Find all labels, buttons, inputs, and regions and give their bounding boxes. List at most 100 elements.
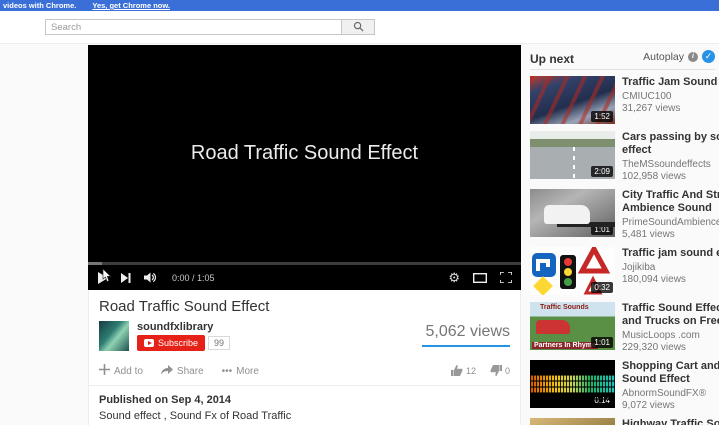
thumbnail-caption-bottom: Partners In Rhyme <box>532 342 598 349</box>
player-controls: 0:00 / 1:05 ⚙ <box>88 265 521 290</box>
related-video-item[interactable]: 1:52 Traffic Jam Sound Effect CMIUC100 3… <box>530 76 719 124</box>
related-channel: PrimeSoundAmbience <box>622 217 719 228</box>
settings-gear-icon: ⚙ <box>448 271 460 284</box>
video-thumbnail[interactable]: 0:14 <box>530 360 615 408</box>
channel-row: soundfxlibrary Subscribe 99 5,062 views <box>99 320 510 358</box>
search-button[interactable] <box>341 19 375 35</box>
plus-icon <box>99 364 110 378</box>
related-title[interactable]: Traffic Jam Sound Effect <box>622 76 719 89</box>
get-chrome-link[interactable]: Yes, get Chrome now. <box>92 1 170 10</box>
next-icon <box>121 273 131 283</box>
video-meta: Traffic Jam Sound Effect CMIUC100 31,267… <box>622 76 719 124</box>
related-channel: TheMSsoundeffects <box>622 159 719 170</box>
related-title[interactable]: Traffic jam sound effect <box>622 247 719 260</box>
channel-avatar[interactable] <box>99 321 129 351</box>
related-title[interactable]: City Traffic And Street Ambience Sound R… <box>622 189 719 215</box>
view-count: 5,062 views <box>422 323 510 341</box>
duration-badge: 1:52 <box>591 111 613 122</box>
search-input[interactable] <box>45 19 342 35</box>
subscribe-play-icon <box>144 339 154 347</box>
time-display: 0:00 / 1:05 <box>172 273 215 283</box>
action-row: Add to Share ••• More 12 <box>89 358 520 385</box>
video-thumbnail[interactable]: 2:09 <box>530 131 615 179</box>
subscribe-label: Subscribe <box>158 338 198 348</box>
info-icon[interactable]: i <box>688 52 698 62</box>
top-header <box>0 11 719 44</box>
video-thumbnail[interactable] <box>530 418 615 425</box>
dislike-button[interactable]: 0 <box>490 365 510 378</box>
settings-button[interactable]: ⚙ <box>448 271 460 284</box>
share-button[interactable]: Share <box>161 365 204 378</box>
video-thumbnail[interactable]: 1:01 <box>530 189 615 237</box>
related-video-item[interactable]: 0:32 Traffic jam sound effect Jojikiba 1… <box>530 247 719 295</box>
fullscreen-button[interactable] <box>500 272 512 283</box>
youtube-watch-page: videos with Chrome.Yes, get Chrome now. … <box>0 0 719 425</box>
related-channel: AbnormSoundFX® <box>622 388 719 399</box>
related-title[interactable]: Highway Traffic Sound Effect. <box>622 418 719 425</box>
related-video-item[interactable]: Highway Traffic Sound Effect. SOUND FX <box>530 418 719 425</box>
chrome-promo-banner: videos with Chrome.Yes, get Chrome now. <box>0 0 719 11</box>
video-description: Sound effect , Sound Fx of Road Traffic <box>99 410 510 422</box>
more-label: More <box>236 366 259 377</box>
related-title[interactable]: Shopping Cart and Traffic | Sound Effect <box>622 360 719 386</box>
video-player[interactable]: Road Traffic Sound Effect 0:00 / <box>88 45 521 290</box>
like-button[interactable]: 12 <box>451 365 476 378</box>
dislike-count: 0 <box>505 366 510 376</box>
related-views: 102,958 views <box>622 171 719 182</box>
autoplay-cluster: Autoplay i ✓ <box>643 50 715 63</box>
video-meta: Cars passing by sound effect TheMSsounde… <box>622 131 719 182</box>
subscribe-button[interactable]: Subscribe <box>137 335 205 351</box>
duration-badge: 0:14 <box>591 395 613 406</box>
video-meta: Traffic Sound Effects, Cars and Trucks o… <box>622 302 719 353</box>
more-dots-icon: ••• <box>222 366 233 377</box>
volume-button[interactable] <box>144 272 157 283</box>
related-views: 5,481 views <box>622 229 719 240</box>
related-views: 180,094 views <box>622 274 719 285</box>
like-count: 12 <box>466 366 476 376</box>
related-channel: Jojikiba <box>622 262 719 273</box>
related-channel: MusicLoops .com <box>622 330 719 341</box>
rating-block: 12 0 <box>441 365 510 378</box>
related-views: 229,320 views <box>622 342 719 353</box>
video-meta: City Traffic And Street Ambience Sound R… <box>622 189 719 240</box>
theater-mode-button[interactable] <box>473 273 487 283</box>
video-meta: Highway Traffic Sound Effect. SOUND FX <box>622 418 719 425</box>
search-icon <box>353 20 364 35</box>
related-video-item[interactable]: 0:14 Shopping Cart and Traffic | Sound E… <box>530 360 719 411</box>
related-title[interactable]: Traffic Sound Effects, Cars and Trucks o… <box>622 302 719 328</box>
related-views: 9,072 views <box>622 400 719 411</box>
description-section: Published on Sep 4, 2014 Sound effect , … <box>89 385 520 425</box>
sidebar-header: Up next Autoplay i ✓ <box>530 50 715 65</box>
related-video-item[interactable]: 2:09 Cars passing by sound effect TheMSs… <box>530 131 719 182</box>
related-video-item[interactable]: Traffic Sounds Partners In Rhyme 1:01 Tr… <box>530 302 719 353</box>
fullscreen-icon <box>500 272 512 283</box>
video-thumbnail[interactable]: Traffic Sounds Partners In Rhyme 1:01 <box>530 302 615 350</box>
duration-badge: 1:01 <box>591 337 613 348</box>
video-title: Road Traffic Sound Effect <box>89 290 520 318</box>
player-overlay-title: Road Traffic Sound Effect <box>88 142 521 165</box>
next-button[interactable] <box>121 273 131 283</box>
duration-badge: 2:09 <box>591 166 613 177</box>
related-video-item[interactable]: 1:01 City Traffic And Street Ambience So… <box>530 189 719 240</box>
duration-badge: 1:01 <box>591 224 613 235</box>
autoplay-label: Autoplay <box>643 51 684 63</box>
video-meta: Shopping Cart and Traffic | Sound Effect… <box>622 360 719 411</box>
add-to-label: Add to <box>114 366 143 377</box>
autoplay-toggle[interactable]: ✓ <box>702 50 715 63</box>
views-block: 5,062 views <box>422 323 510 347</box>
thumb-down-icon <box>490 365 502 378</box>
channel-name[interactable]: soundfxlibrary <box>137 321 213 333</box>
share-label: Share <box>177 366 204 377</box>
thumbnail-caption-top: Traffic Sounds <box>540 304 589 311</box>
publish-date: Published on Sep 4, 2014 <box>99 394 510 406</box>
up-next-heading: Up next <box>530 52 574 66</box>
video-thumbnail[interactable]: 1:52 <box>530 76 615 124</box>
mouse-cursor-icon <box>102 269 112 287</box>
subscribe-row: Subscribe 99 <box>137 335 230 351</box>
related-title[interactable]: Cars passing by sound effect <box>622 131 719 157</box>
add-to-button[interactable]: Add to <box>99 364 143 378</box>
video-meta: Traffic jam sound effect Jojikiba 180,09… <box>622 247 719 295</box>
more-button[interactable]: ••• More <box>222 366 259 377</box>
video-thumbnail[interactable]: 0:32 <box>530 247 615 295</box>
duration-badge: 0:32 <box>591 282 613 293</box>
